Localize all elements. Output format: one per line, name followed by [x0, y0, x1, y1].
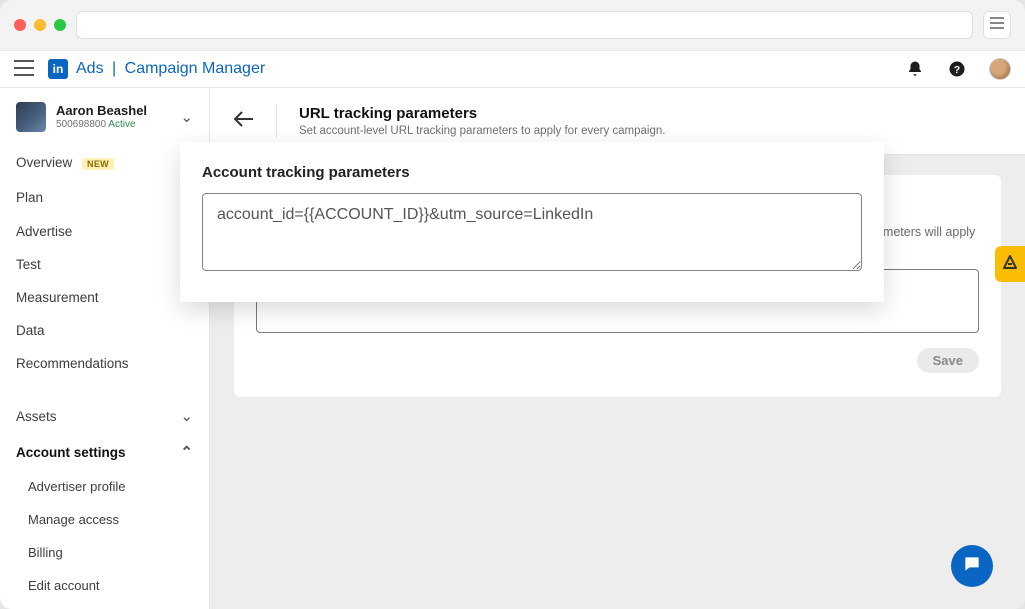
sidebar-item-test[interactable]: Test [0, 248, 209, 281]
brand-product: Ads [76, 60, 104, 77]
chat-icon [962, 554, 982, 579]
header-actions: ? [905, 58, 1011, 80]
sidebar: Aaron Beashel 500698800 Active ⌄ Overvie… [0, 88, 210, 609]
divider [276, 104, 277, 138]
chevron-down-icon: ⌄ [180, 407, 193, 425]
brand-separator: | [112, 60, 116, 77]
sidebar-subitem-edit-account[interactable]: Edit account [0, 569, 209, 602]
sidebar-item-recommendations[interactable]: Recommendations [0, 347, 209, 380]
sidebar-item-label: Assets [16, 409, 57, 424]
page-subtitle: Set account-level URL tracking parameter… [299, 124, 665, 139]
account-tracking-input[interactable] [202, 193, 862, 271]
sidebar-item-label: Advertise [16, 224, 72, 239]
sidebar-item-label: Measurement [16, 290, 99, 305]
sidebar-item-label: Advertiser profile [28, 479, 126, 494]
account-avatar [16, 102, 46, 132]
linkedin-logo-icon: in [48, 59, 68, 79]
address-bar[interactable] [76, 11, 973, 39]
sidebar-item-label: Billing [28, 545, 63, 560]
hamburger-icon [990, 16, 1004, 34]
sidebar-item-plan[interactable]: Plan ⌄ [0, 179, 209, 215]
bell-icon[interactable] [905, 59, 925, 79]
titlebar [0, 0, 1025, 50]
page-title-block: URL tracking parameters Set account-leve… [299, 104, 665, 138]
sidebar-item-label: Data [16, 323, 45, 338]
new-badge: NEW [82, 158, 114, 170]
close-window-icon[interactable] [14, 19, 26, 31]
minimize-window-icon[interactable] [34, 19, 46, 31]
chevron-down-icon: ⌄ [180, 108, 193, 126]
sidebar-item-advertise[interactable]: Advertise [0, 215, 209, 248]
maximize-window-icon[interactable] [54, 19, 66, 31]
brand-app: Campaign Manager [125, 60, 266, 77]
app-window: in Ads | Campaign Manager ? Aaron Beash [0, 0, 1025, 609]
account-name: Aaron Beashel [56, 103, 170, 119]
sidebar-item-account-settings[interactable]: Account settings ⌃ [0, 434, 209, 470]
traffic-lights [14, 19, 66, 31]
sidebar-item-label: Overview [16, 155, 72, 170]
brand-block[interactable]: in Ads | Campaign Manager [48, 59, 265, 79]
sidebar-item-measurement[interactable]: Measurement [0, 281, 209, 314]
account-status: Active [108, 119, 135, 130]
sidebar-item-label: Recommendations [16, 356, 129, 371]
sidebar-subitem-billing[interactable]: Billing [0, 536, 209, 569]
side-tab-label [1002, 254, 1018, 274]
save-button[interactable]: Save [917, 348, 979, 373]
sidebar-item-label: Manage access [28, 512, 119, 527]
chevron-up-icon: ⌃ [180, 443, 193, 461]
sidebar-item-label: Edit account [28, 578, 100, 593]
account-id: 500698800 [56, 119, 106, 130]
svg-text:?: ? [954, 64, 960, 76]
back-arrow-icon[interactable] [234, 110, 254, 133]
app-header: in Ads | Campaign Manager ? [0, 50, 1025, 88]
sidebar-item-assets[interactable]: Assets ⌄ [0, 398, 209, 434]
side-tab-a[interactable] [995, 246, 1025, 282]
menu-icon[interactable] [14, 58, 34, 80]
page-title: URL tracking parameters [299, 104, 665, 124]
sidebar-subitem-manage-access[interactable]: Manage access [0, 503, 209, 536]
help-icon[interactable]: ? [947, 59, 967, 79]
brand-text: Ads | Campaign Manager [76, 60, 265, 78]
account-tracking-overlay: Account tracking parameters [180, 142, 884, 302]
overlay-title: Account tracking parameters [202, 164, 862, 181]
sidebar-item-data[interactable]: Data [0, 314, 209, 347]
browser-menu-button[interactable] [983, 11, 1011, 39]
sidebar-item-label: Account settings [16, 445, 126, 460]
account-info: Aaron Beashel 500698800 Active [56, 103, 170, 131]
sidebar-item-overview[interactable]: Overview NEW [0, 146, 209, 179]
account-switcher[interactable]: Aaron Beashel 500698800 Active ⌄ [0, 102, 209, 146]
sidebar-item-label: Plan [16, 190, 43, 205]
sidebar-subitem-advertiser-profile[interactable]: Advertiser profile [0, 470, 209, 503]
chat-fab[interactable] [951, 545, 993, 587]
sidebar-item-label: Test [16, 257, 41, 272]
user-avatar[interactable] [989, 58, 1011, 80]
account-subline: 500698800 Active [56, 119, 170, 131]
